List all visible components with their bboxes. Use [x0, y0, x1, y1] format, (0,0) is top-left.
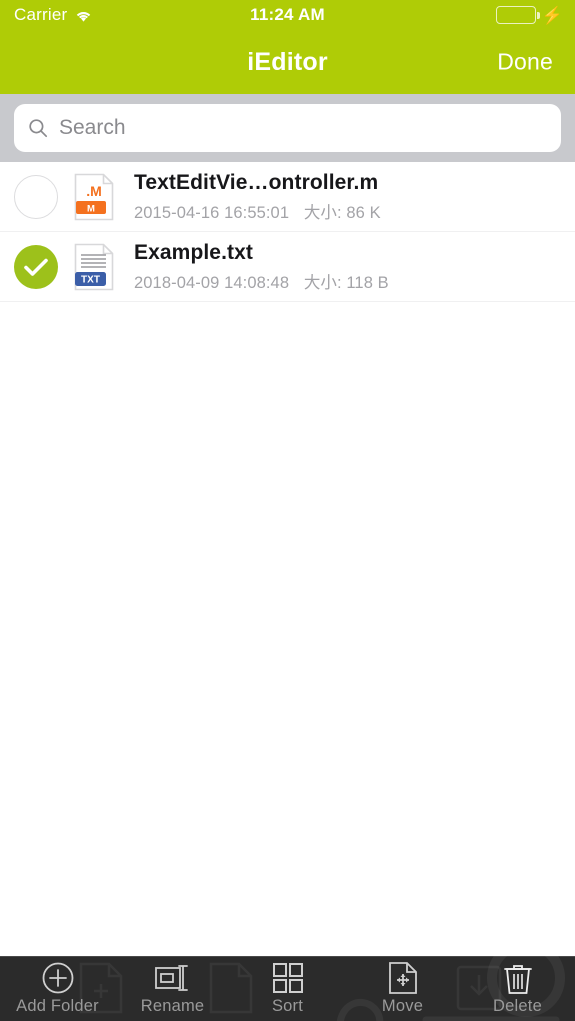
row-text: TextEditVie…ontroller.m 2015-04-16 16:55…	[134, 171, 381, 223]
search-field[interactable]: Search	[14, 104, 561, 152]
status-bar-time: 11:24 AM	[250, 5, 325, 24]
file-size: 大小: 86 K	[303, 203, 381, 222]
toolbar-item-rename[interactable]: Rename	[115, 956, 230, 1021]
checkmark-icon	[14, 244, 58, 289]
toolbar-item-sort[interactable]: Sort	[230, 956, 345, 1021]
toolbar-item-move[interactable]: Move	[345, 956, 460, 1021]
toolbar-label: Rename	[140, 997, 205, 1015]
app-screen: Carrier 11:24 AM ⚡ iEditor Done Search .…	[0, 0, 575, 1021]
grid-icon	[272, 961, 304, 995]
table-row[interactable]: TXT Example.txt 2018-04-09 14:08:48 大小: …	[0, 232, 575, 302]
toolbar-label: Move	[381, 997, 424, 1015]
file-meta: 2015-04-16 16:55:01 大小: 86 K	[134, 199, 381, 223]
search-input[interactable]: Search	[59, 116, 126, 140]
table-row[interactable]: .M M TextEditVie…ontroller.m 2015-04-16 …	[0, 162, 575, 232]
file-name: TextEditVie…ontroller.m	[134, 170, 379, 194]
lightning-bolt-icon: ⚡	[541, 5, 563, 25]
page-title: iEditor	[247, 47, 328, 76]
plus-circle-icon	[41, 961, 75, 995]
toolbar-item-add-folder[interactable]: Add Folder	[0, 956, 115, 1021]
circle-empty-icon	[14, 174, 58, 219]
nav-bar: iEditor Done	[0, 30, 575, 94]
toolbar-label: Add Folder	[16, 997, 99, 1015]
svg-text:.M: .M	[86, 183, 102, 199]
file-meta: 2018-04-09 14:08:48 大小: 118 B	[134, 269, 389, 293]
file-name: Example.txt	[134, 240, 253, 264]
file-date: 2018-04-09 14:08:48	[134, 273, 290, 292]
status-bar-right: ⚡	[495, 5, 563, 25]
bottom-toolbar: Add Folder Rename Sort Move Delete	[0, 956, 575, 1021]
trash-icon	[503, 961, 533, 995]
toolbar-item-delete[interactable]: Delete	[460, 956, 575, 1021]
file-list: .M M TextEditVie…ontroller.m 2015-04-16 …	[0, 162, 575, 956]
rename-icon	[154, 961, 192, 995]
row-text: Example.txt 2018-04-09 14:08:48 大小: 118 …	[134, 241, 389, 293]
m-file-icon: .M M	[72, 172, 116, 222]
txt-file-icon: TXT	[72, 242, 116, 292]
svg-text:TXT: TXT	[81, 274, 100, 285]
toolbar-label: Delete	[493, 997, 542, 1015]
row-checkbox-selected[interactable]	[14, 244, 58, 289]
toolbar-label: Sort	[271, 997, 304, 1015]
file-date: 2015-04-16 16:55:01	[134, 203, 290, 222]
search-icon	[28, 118, 48, 138]
move-icon	[388, 961, 418, 995]
battery-full-icon	[495, 6, 540, 24]
row-checkbox-unselected[interactable]	[14, 174, 58, 219]
file-size: 大小: 118 B	[303, 273, 389, 292]
search-bar-container: Search	[0, 94, 575, 162]
done-button[interactable]: Done	[497, 49, 553, 76]
svg-text:M: M	[87, 203, 95, 214]
status-bar: Carrier 11:24 AM ⚡	[0, 0, 575, 30]
